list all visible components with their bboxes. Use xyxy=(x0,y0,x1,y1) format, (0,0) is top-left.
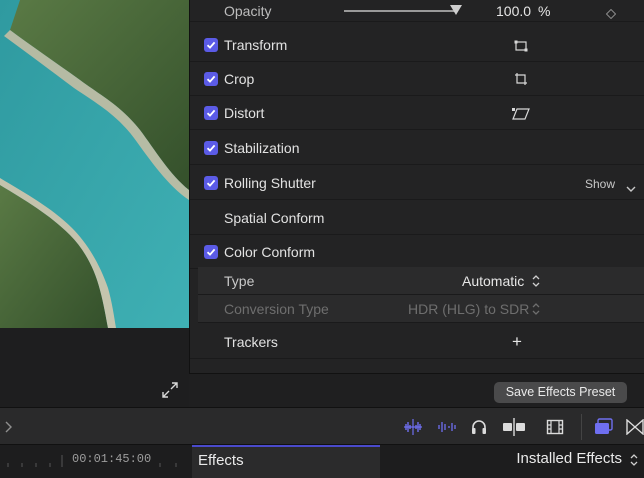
chevron-right-icon[interactable] xyxy=(4,420,12,438)
opacity-value[interactable]: 100.0 xyxy=(496,3,531,19)
video-inspector: Opacity 100.0 % Transform Crop Distort S… xyxy=(189,0,644,373)
crop-icon[interactable] xyxy=(514,72,528,91)
opacity-label: Opacity xyxy=(224,3,272,19)
transform-label: Transform xyxy=(224,37,288,53)
distort-checkbox[interactable] xyxy=(204,106,218,120)
effects-browser-header: Effects xyxy=(192,445,380,478)
timeline-timecode: 00:01:45:00 xyxy=(72,452,152,466)
stabilization-checkbox[interactable] xyxy=(204,141,218,155)
color-conform-label: Color Conform xyxy=(224,244,316,260)
type-dropdown[interactable]: Automatic xyxy=(462,273,524,289)
aerial-river-image xyxy=(0,0,189,328)
effects-label: Effects xyxy=(198,452,244,469)
transitions-icon[interactable] xyxy=(626,418,644,440)
crop-label: Crop xyxy=(224,71,255,87)
viewer-footer xyxy=(0,373,189,407)
snapping-icon[interactable] xyxy=(502,418,526,441)
browser-toggle-icon[interactable] xyxy=(594,418,614,441)
clip-appearance-icon[interactable] xyxy=(546,418,564,441)
stabilization-row[interactable]: Stabilization xyxy=(190,132,644,165)
save-effects-preset-button[interactable]: Save Effects Preset xyxy=(494,382,627,403)
show-button[interactable]: Show xyxy=(585,177,615,191)
spatial-conform-label: Spatial Conform xyxy=(224,210,325,226)
crop-row[interactable]: Crop xyxy=(190,63,644,96)
transform-row[interactable]: Transform xyxy=(190,29,644,62)
opacity-slider[interactable] xyxy=(344,5,462,15)
distort-label: Distort xyxy=(224,105,265,121)
solo-icon[interactable] xyxy=(436,419,458,440)
color-conform-checkbox[interactable] xyxy=(204,245,218,259)
timeline-header: 00:01:45:00 Effects Installed Effects xyxy=(0,445,644,478)
opacity-row: Opacity 100.0 % xyxy=(190,0,644,22)
installed-effects-dropdown[interactable]: Installed Effects xyxy=(380,445,644,478)
distort-row[interactable]: Distort xyxy=(190,97,644,130)
trackers-row: Trackers + xyxy=(190,326,644,359)
opacity-unit: % xyxy=(538,3,551,19)
installed-effects-updown-icon xyxy=(630,453,638,472)
conversion-updown-icon xyxy=(532,302,540,321)
fullscreen-icon[interactable] xyxy=(162,382,178,403)
transform-icon[interactable] xyxy=(514,39,528,57)
conversion-type-dropdown: HDR (HLG) to SDR xyxy=(408,301,530,317)
chevron-down-icon[interactable] xyxy=(626,180,636,198)
inspector-footer: Save Effects Preset xyxy=(189,373,644,407)
installed-effects-label: Installed Effects xyxy=(516,450,622,467)
opacity-slider-knob[interactable] xyxy=(450,5,462,15)
toolbar-divider xyxy=(581,414,582,440)
type-label: Type xyxy=(224,273,255,289)
crop-checkbox[interactable] xyxy=(204,72,218,86)
timeline-toolbar xyxy=(0,407,644,445)
trackers-label: Trackers xyxy=(224,334,278,350)
add-tracker-button[interactable]: + xyxy=(512,332,522,352)
rolling-shutter-checkbox[interactable] xyxy=(204,176,218,190)
spatial-conform-row[interactable]: Spatial Conform xyxy=(190,202,644,235)
headphones-icon[interactable] xyxy=(470,418,488,441)
conversion-type-label: Conversion Type xyxy=(224,301,329,317)
conversion-type-row: Conversion Type HDR (HLG) to SDR xyxy=(198,295,644,323)
stabilization-label: Stabilization xyxy=(224,140,300,156)
transform-checkbox[interactable] xyxy=(204,38,218,52)
type-row[interactable]: Type Automatic xyxy=(198,267,644,295)
viewer xyxy=(0,0,189,373)
color-conform-row[interactable]: Color Conform xyxy=(190,236,644,269)
opacity-slider-fill xyxy=(344,10,456,12)
keyframe-icon[interactable] xyxy=(605,6,617,24)
viewer-controls-area xyxy=(0,328,189,373)
type-updown-icon[interactable] xyxy=(532,274,540,293)
rolling-shutter-row[interactable]: Rolling Shutter Show xyxy=(190,167,644,200)
audio-skimming-icon[interactable] xyxy=(402,419,424,440)
video-frame xyxy=(0,0,189,328)
distort-icon[interactable] xyxy=(512,107,530,125)
rolling-shutter-label: Rolling Shutter xyxy=(224,175,316,191)
